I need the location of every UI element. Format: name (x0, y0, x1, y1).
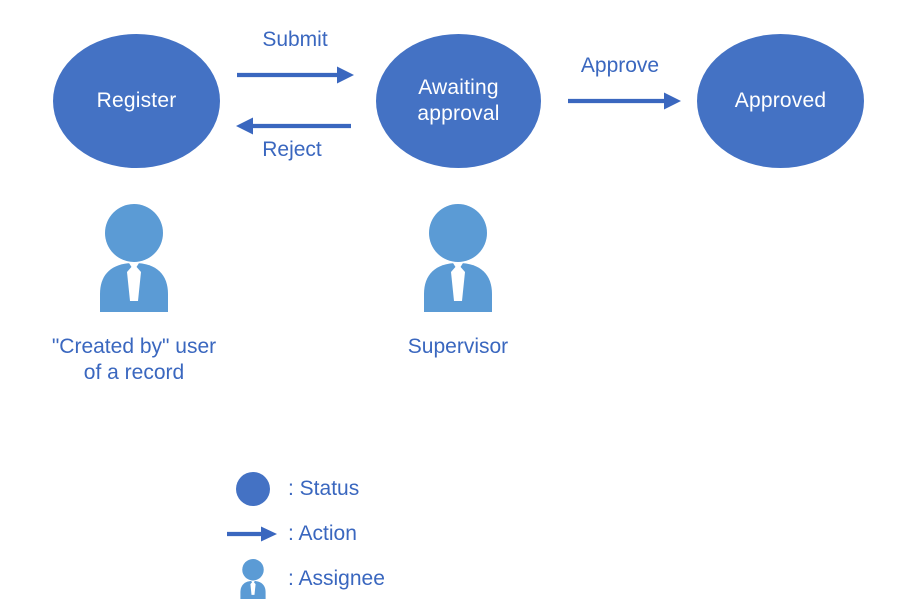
arrow-right-icon (224, 524, 282, 544)
workflow-diagram: Register Awaiting approval Approved Subm… (0, 0, 904, 612)
legend-item-assignee: : Assignee (224, 556, 385, 601)
status-node-register[interactable]: Register (53, 34, 220, 168)
person-icon (224, 558, 282, 599)
assignee-caption: "Created by" user of a record (51, 335, 217, 384)
circle-icon (224, 471, 282, 506)
legend-item-label: : Assignee (288, 566, 385, 590)
status-node-awaiting-approval[interactable]: Awaiting approval (376, 34, 541, 168)
legend-item-label: : Status (288, 476, 360, 500)
legend: : Status : Action : Assignee (224, 466, 385, 601)
legend-item-status: : Status (224, 466, 385, 511)
action-arrow-approve (568, 92, 681, 110)
action-arrow-submit (237, 66, 354, 84)
action-label-reject: Reject (262, 138, 322, 161)
action-label-approve: Approve (580, 54, 660, 77)
action-label-submit: Submit (262, 28, 328, 51)
status-node-approved[interactable]: Approved (697, 34, 864, 168)
status-node-label: Register (96, 89, 177, 112)
legend-item-label: : Action (288, 521, 357, 545)
status-node-label: Awaiting approval (417, 76, 500, 125)
person-icon (100, 204, 168, 312)
legend-item-action: : Action (224, 511, 385, 556)
person-icon (424, 204, 492, 312)
assignee-caption: Supervisor (407, 335, 509, 358)
assignee-created-by-user: "Created by" user of a record (34, 204, 234, 386)
assignee-supervisor: Supervisor (358, 204, 558, 360)
action-arrow-reject (236, 117, 351, 135)
status-node-label: Approved (734, 89, 827, 112)
